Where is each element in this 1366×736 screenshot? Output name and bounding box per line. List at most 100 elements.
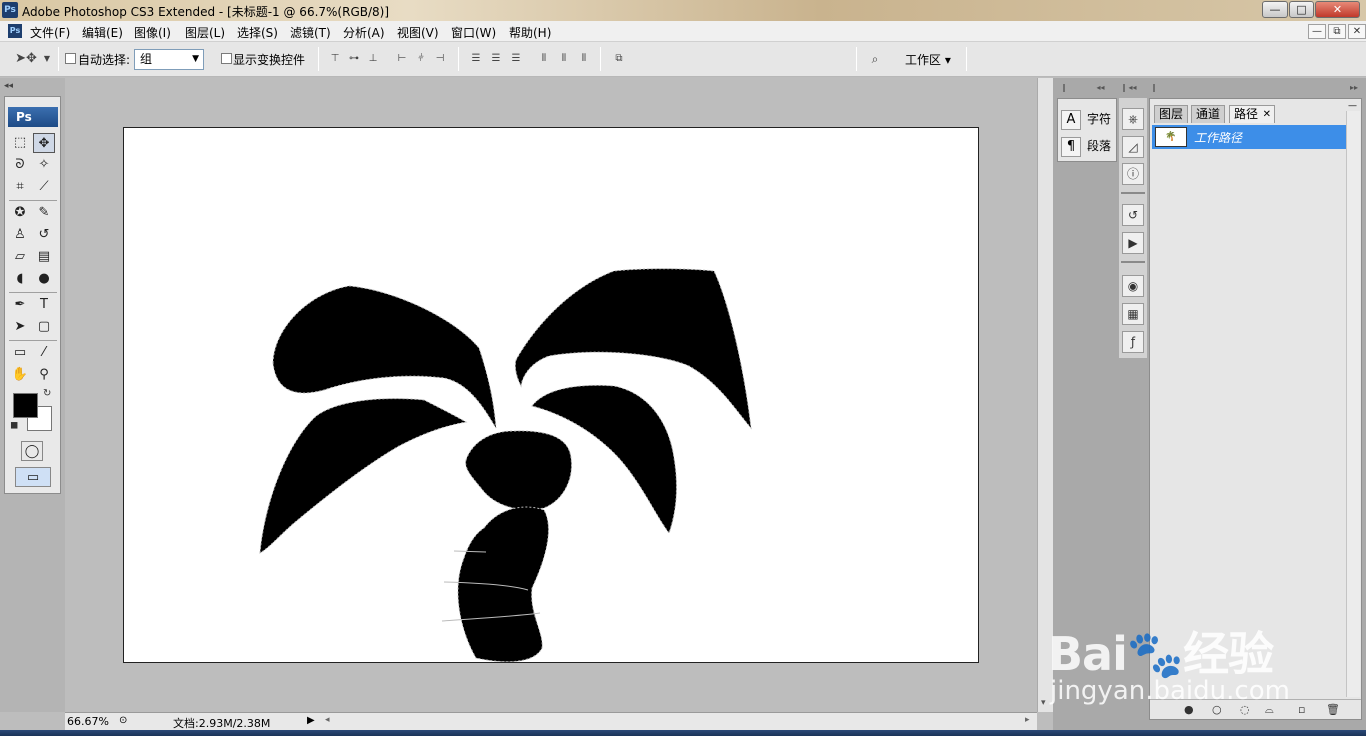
actions-icon[interactable]: ▶ (1122, 232, 1144, 254)
styles-icon[interactable]: ƒ (1122, 331, 1144, 353)
marquee-tool[interactable]: ⬚ (9, 133, 31, 153)
eyedropper-tool[interactable]: ⁄ (33, 343, 55, 363)
move-tool-preset-icon[interactable]: ➤✥ (14, 52, 38, 66)
auto-select-checkbox[interactable] (65, 53, 76, 64)
menu-file[interactable]: 文件(F) (30, 24, 70, 41)
magic-wand-tool[interactable]: ✧ (33, 155, 55, 175)
history-brush-tool[interactable]: ↺ (33, 225, 55, 245)
distribute-left-icon[interactable]: ⦀ (537, 52, 551, 66)
panel-minimize-icon[interactable]: — (1348, 101, 1357, 111)
scroll-down-icon[interactable]: ▾ (1041, 698, 1046, 708)
crop-tool[interactable]: ⌗ (9, 177, 31, 197)
tab-paths[interactable]: 路径 ✕ (1229, 105, 1276, 123)
doc-minimize-button[interactable]: — (1308, 24, 1326, 39)
status-menu-icon[interactable]: ⊙ (119, 715, 127, 726)
color-icon[interactable]: ◉ (1122, 275, 1144, 297)
menu-window[interactable]: 窗口(W) (451, 24, 496, 41)
paragraph-panel-button[interactable]: ¶ 段落 (1061, 134, 1115, 158)
close-tab-icon[interactable]: ✕ (1263, 106, 1271, 123)
panel-scrollbar[interactable] (1346, 111, 1360, 697)
move-tool[interactable]: ✥ (33, 133, 55, 153)
dodge-icon: ● (38, 271, 50, 286)
zoom-tool[interactable]: ⚲ (33, 365, 55, 385)
align-left-icon[interactable]: ⊢ (395, 52, 409, 66)
path-selection-tool[interactable]: ➤ (9, 317, 31, 337)
history-icon[interactable]: ↺ (1122, 204, 1144, 226)
fill-path-icon[interactable]: ● (1184, 703, 1194, 716)
hand-tool[interactable]: ✋ (9, 365, 31, 385)
slice-tool[interactable]: ⟋ (33, 177, 55, 197)
doc-close-button[interactable]: ✕ (1348, 24, 1366, 39)
type-tool[interactable]: T (33, 295, 55, 315)
align-vcenter-icon[interactable]: ⊶ (347, 52, 361, 66)
lasso-tool[interactable]: ᘐ (9, 155, 31, 175)
distribute-hcenter-icon[interactable]: ⦀ (557, 52, 571, 66)
bridge-icon[interactable]: ⌕ (864, 52, 886, 66)
collapse-icon[interactable]: ◂◂ (4, 81, 13, 91)
info-icon[interactable]: ⓘ (1122, 163, 1144, 185)
quick-mask-icon[interactable]: ◯ (21, 441, 43, 461)
minimize-button[interactable]: — (1262, 1, 1288, 18)
align-hcenter-icon[interactable]: ⫩ (414, 52, 428, 66)
menu-filter[interactable]: 滤镜(T) (290, 24, 331, 41)
document-canvas[interactable] (123, 127, 979, 663)
blur-tool[interactable]: ◖ (9, 269, 31, 289)
align-right-icon[interactable]: ⊣ (433, 52, 447, 66)
tab-channels[interactable]: 通道 (1191, 105, 1226, 123)
align-bottom-icon[interactable]: ⊥ (366, 52, 380, 66)
menu-help[interactable]: 帮助(H) (509, 24, 551, 41)
workspace-menu[interactable]: 工作区 ▾ (905, 51, 951, 68)
notes-tool[interactable]: ▭ (9, 343, 31, 363)
eraser-tool[interactable]: ▱ (9, 247, 31, 267)
doc-restore-button[interactable]: ⧉ (1328, 24, 1346, 39)
dodge-tool[interactable]: ● (33, 269, 55, 289)
brush-tool[interactable]: ✎ (33, 203, 55, 223)
distribute-top-icon[interactable]: ☰ (469, 52, 483, 66)
icon-strip-grip[interactable]: ‖ ◂◂ (1122, 83, 1150, 95)
navigator-icon[interactable]: ⎈ (1122, 108, 1144, 130)
gradient-tool[interactable]: ▤ (33, 247, 55, 267)
menu-edit[interactable]: 编辑(E) (82, 24, 123, 41)
path-row-work-path[interactable]: 🌴 工作路径 (1152, 125, 1346, 149)
menu-select[interactable]: 选择(S) (237, 24, 278, 41)
shape-tool[interactable]: ▢ (33, 317, 55, 337)
auto-select-dropdown[interactable]: 组 ▼ (134, 49, 204, 70)
load-selection-icon[interactable]: ◌ (1240, 703, 1250, 716)
screen-mode-icon[interactable]: ▭ (15, 467, 51, 487)
menu-image[interactable]: 图像(I) (134, 24, 171, 41)
swatches-icon[interactable]: ▦ (1122, 303, 1144, 325)
zoom-level[interactable]: 66.67% (67, 715, 109, 728)
menu-view[interactable]: 视图(V) (397, 24, 439, 41)
tab-layers[interactable]: 图层 (1154, 105, 1189, 123)
auto-align-icon[interactable]: ⧉ (612, 52, 626, 66)
status-info-arrow[interactable]: ▶ (307, 715, 315, 726)
clone-stamp-tool[interactable]: ♙ (9, 225, 31, 245)
show-transform-checkbox[interactable] (221, 53, 232, 64)
swap-colors-icon[interactable]: ↻ (43, 388, 51, 399)
histogram-icon[interactable]: ◿ (1122, 136, 1144, 158)
maximize-button[interactable]: □ (1289, 1, 1314, 18)
align-top-icon[interactable]: ⊤ (328, 52, 342, 66)
menu-layer[interactable]: 图层(L) (185, 24, 225, 41)
layers-panel-grip[interactable]: ‖ ▸▸ (1152, 83, 1362, 95)
distribute-bottom-icon[interactable]: ☰ (509, 52, 523, 66)
char-panel-grip[interactable]: ‖ ◂◂ (1062, 83, 1117, 95)
distribute-vcenter-icon[interactable]: ☰ (489, 52, 503, 66)
stroke-path-icon[interactable]: ○ (1212, 703, 1222, 716)
document-icon[interactable]: Ps (8, 24, 22, 38)
foreground-color-swatch[interactable] (13, 393, 38, 418)
distribute-right-icon[interactable]: ⦀ (577, 52, 591, 66)
default-colors-icon[interactable]: ◼ (10, 420, 18, 431)
new-path-icon[interactable]: ▫ (1298, 703, 1305, 716)
character-panel-button[interactable]: A 字符 (1061, 107, 1115, 131)
menu-analysis[interactable]: 分析(A) (343, 24, 385, 41)
vertical-scrollbar[interactable]: ▾ (1037, 78, 1053, 712)
delete-path-icon[interactable]: 🗑 (1326, 703, 1340, 716)
scroll-left-icon[interactable]: ◂ (325, 715, 330, 725)
healing-brush-tool[interactable]: ✪ (9, 203, 31, 223)
close-button[interactable]: ✕ (1315, 1, 1360, 18)
make-work-path-icon[interactable]: ⌓ (1265, 703, 1274, 717)
pen-tool[interactable]: ✒ (9, 295, 31, 315)
preset-dropdown-icon[interactable]: ▼ (40, 52, 54, 66)
scroll-right-icon[interactable]: ▸ (1025, 715, 1030, 725)
